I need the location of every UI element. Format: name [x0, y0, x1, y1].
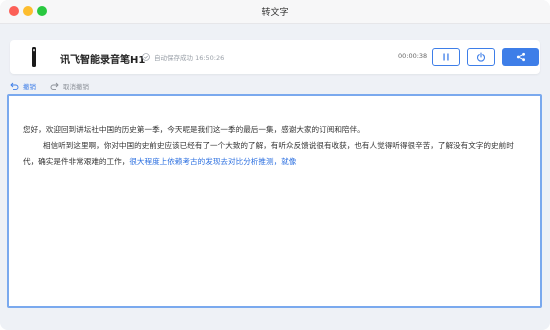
- stop-recording-button[interactable]: [467, 48, 495, 66]
- pause-icon: [443, 53, 449, 61]
- recording-timer: 00:00:38: [398, 52, 428, 60]
- transcript-editor[interactable]: 您好，欢迎回到讲坛社中国的历史第一季，今天呢是我们这一季的最后一集，感谢大家的订…: [7, 94, 542, 308]
- redo-label: 取消撤销: [63, 83, 89, 91]
- redo-button[interactable]: 取消撤销: [50, 81, 89, 91]
- edit-toolbar: 撤销 取消撤销: [10, 80, 103, 92]
- window-footer: [0, 312, 550, 330]
- transcript-line-1: 您好，欢迎回到讲坛社中国的历史第一季，今天呢是我们这一季的最后一集，感谢大家的订…: [23, 125, 365, 134]
- autosave-text: 自动保存成功 16:50:26: [154, 54, 225, 62]
- undo-button[interactable]: 撤销: [10, 81, 36, 91]
- redo-icon: [50, 82, 59, 90]
- app-window: 转文字 讯飞智能录音笔H1 自动保存成功 16:50:26 00:00:38 撤…: [0, 0, 550, 330]
- share-icon: [516, 52, 525, 62]
- transcript-paragraph: 相信听到这里啊，你对中国的史前史应该已经有了一个大致的了解，有听众反馈说很有收获…: [23, 138, 523, 170]
- undo-icon: [10, 82, 19, 90]
- recorder-pen-icon: [32, 47, 36, 67]
- power-icon: [476, 52, 486, 62]
- recording-header: 讯飞智能录音笔H1 自动保存成功 16:50:26 00:00:38: [10, 40, 540, 74]
- transcript-paragraph: 您好，欢迎回到讲坛社中国的历史第一季，今天呢是我们这一季的最后一集，感谢大家的订…: [23, 122, 523, 138]
- share-button[interactable]: [502, 48, 539, 66]
- undo-label: 撤销: [23, 83, 36, 91]
- transcript-text[interactable]: 您好，欢迎回到讲坛社中国的历史第一季，今天呢是我们这一季的最后一集，感谢大家的订…: [23, 122, 523, 170]
- autosave-status: 自动保存成功 16:50:26: [142, 52, 224, 62]
- title-bar: 转文字: [0, 0, 550, 24]
- check-circle-icon: [142, 53, 150, 61]
- device-name: 讯飞智能录音笔H1: [60, 55, 146, 66]
- live-transcription-text: 很大程度上依赖考古的发现去对比分析推测，就像: [129, 157, 297, 166]
- window-title: 转文字: [261, 8, 289, 18]
- pause-button[interactable]: [432, 48, 460, 66]
